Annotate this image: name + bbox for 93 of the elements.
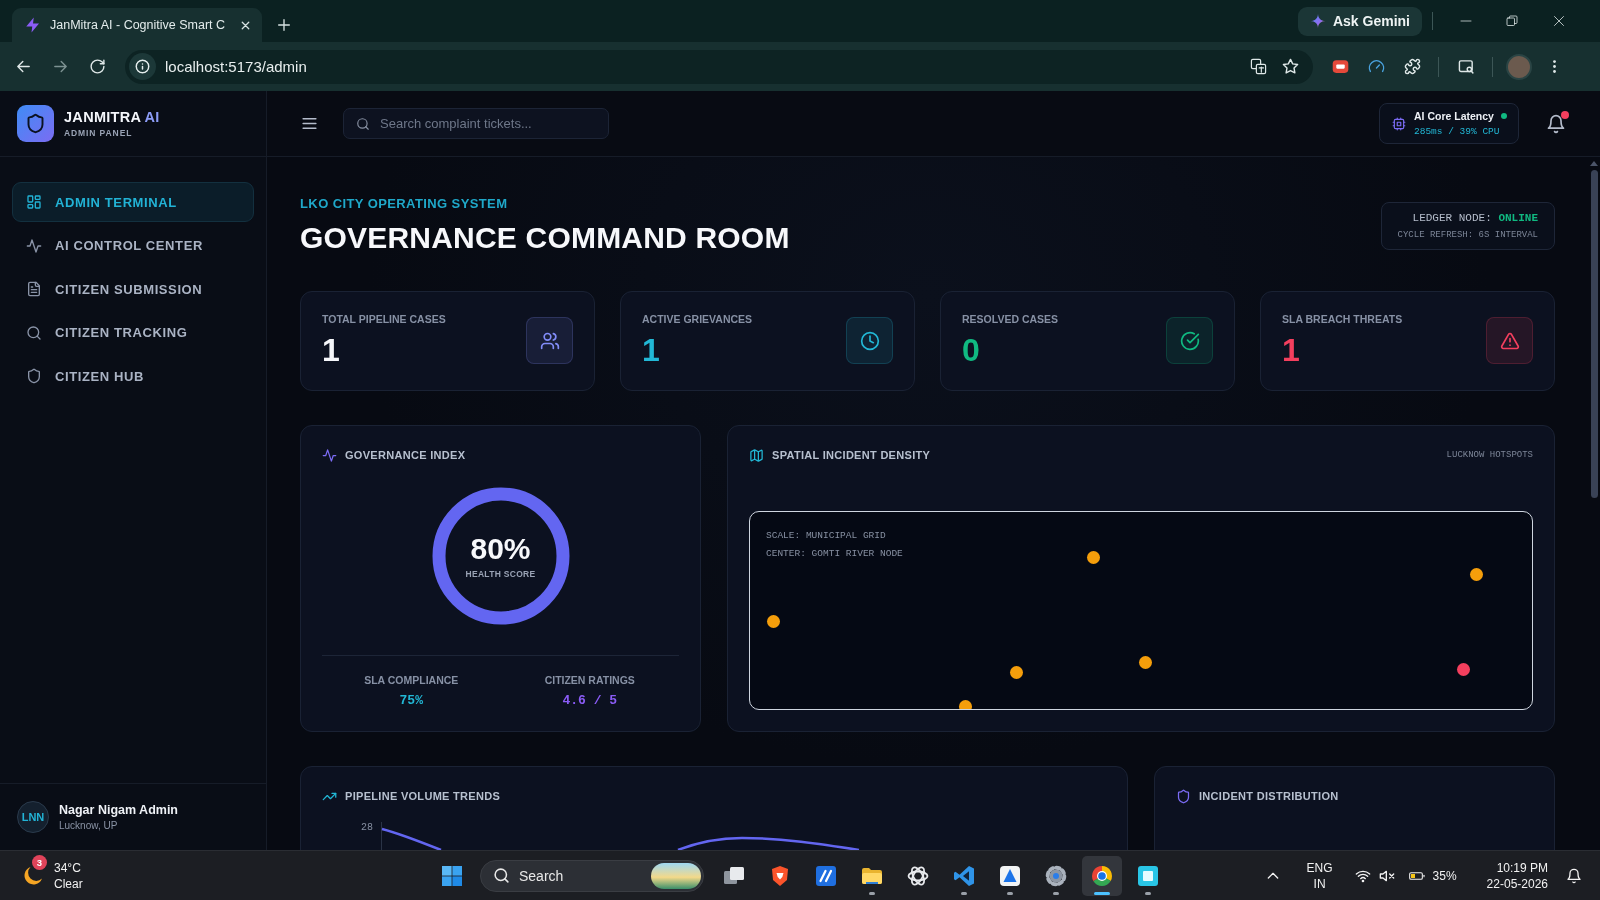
input-region[interactable]: IN	[1313, 876, 1326, 891]
ledger-refresh: CYCLE REFRESH: 6S INTERVAL	[1397, 229, 1538, 240]
info-icon[interactable]	[129, 53, 156, 80]
stat-value: 1	[642, 333, 660, 367]
nav-item[interactable]: CITIZEN SUBMISSION	[12, 269, 254, 309]
code-app-icon	[952, 863, 976, 888]
panel-title: GOVERNANCE INDEX	[345, 449, 466, 461]
taskbar-search-box[interactable]: Search	[480, 859, 704, 892]
hotspot-dot-icon[interactable]	[959, 699, 973, 709]
restore-icon[interactable]	[1506, 15, 1518, 27]
metric-label: SLA COMPLIANCE	[364, 673, 459, 687]
stat-label: SLA BREACH THREATS	[1282, 312, 1403, 326]
clock-time[interactable]: 10:19 PM	[1496, 860, 1548, 875]
app-subtitle: ADMIN PANEL	[64, 128, 134, 138]
stat-value: 1	[322, 333, 340, 367]
pulse-line-icon	[26, 237, 42, 254]
axis-tick-label: 28	[360, 822, 374, 834]
nav-item[interactable]: AI CONTROL CENTER	[12, 225, 254, 266]
slash-app-icon	[814, 863, 838, 888]
panel-tag: LUCKNOW HOTSPOTS	[1446, 450, 1533, 460]
weather-badge: 3	[32, 854, 47, 870]
hotspot-dot-icon[interactable]	[1010, 666, 1024, 680]
score-value: 80%	[470, 533, 531, 565]
shield-icon	[26, 368, 42, 384]
gauge-icon[interactable]	[1368, 58, 1385, 75]
pulse-line-icon	[322, 447, 337, 463]
latency-title: AI Core Latency	[1414, 110, 1494, 122]
stat-value: 1	[1282, 333, 1300, 367]
bell-icon[interactable]	[1546, 113, 1566, 134]
panel-title: INCIDENT DISTRIBUTION	[1199, 790, 1339, 802]
metric-value: 75%	[399, 693, 423, 709]
search-icon	[356, 117, 370, 131]
stat-label: ACTIVE GRIEVANCES	[642, 312, 753, 326]
stat-label: TOTAL PIPELINE CASES	[322, 312, 446, 326]
gear-icon	[1044, 863, 1068, 888]
search-field[interactable]: Search complaint tickets...	[343, 108, 609, 139]
ask-gemini-button[interactable]: Ask Gemini	[1297, 6, 1422, 36]
hotspot-dot-icon[interactable]	[1457, 663, 1470, 677]
translate-icon[interactable]	[1250, 58, 1267, 75]
page-title: GOVERNANCE COMMAND ROOM	[300, 221, 790, 255]
close-icon[interactable]	[1553, 15, 1565, 27]
taskbar-app-button[interactable]	[1082, 855, 1122, 896]
star-icon[interactable]	[1282, 58, 1299, 75]
stat-label: RESOLVED CASES	[962, 312, 1059, 326]
extension-tile-icon[interactable]	[1332, 58, 1349, 75]
browser-tab[interactable]: JanMitra AI - Cognitive Smart C	[12, 8, 263, 42]
nav-item[interactable]: CITIZEN TRACKING	[12, 312, 254, 353]
user-avatar[interactable]: LNN	[17, 801, 49, 833]
battery-percent[interactable]: 35%	[1432, 868, 1457, 883]
panel-title: PIPELINE VOLUME TRENDS	[345, 790, 501, 802]
back-arrow-icon[interactable]	[15, 58, 32, 75]
stat-value: 0	[962, 333, 980, 367]
app-title: JANMITRA AI	[64, 109, 160, 125]
puzzle-icon[interactable]	[1404, 58, 1421, 75]
search-icon	[26, 324, 42, 341]
highlight-picture	[651, 862, 701, 889]
temperature-text: 34°C	[54, 860, 81, 875]
clock-date[interactable]: 22-05-2026	[1486, 876, 1548, 891]
reload-icon[interactable]	[89, 58, 106, 75]
weather-condition: Clear	[54, 876, 83, 891]
plus-icon[interactable]	[276, 17, 293, 33]
map-note: CENTER: GOMTI RIVER NODE	[766, 547, 903, 561]
shield-logo-icon	[17, 105, 54, 142]
hotspot-dot-icon[interactable]	[766, 614, 780, 628]
document-icon	[26, 281, 42, 297]
tab-search-icon[interactable]	[1458, 58, 1475, 75]
nav-item[interactable]: CITIZEN HUB	[12, 356, 254, 396]
hotspot-dot-icon[interactable]	[1470, 568, 1484, 582]
input-language[interactable]: ENG	[1306, 860, 1333, 875]
shield-icon	[1176, 788, 1191, 804]
map-note: SCALE: MUNICIPAL GRID	[766, 529, 886, 543]
search-icon	[493, 867, 510, 884]
hotspot-dot-icon[interactable]	[1086, 551, 1100, 565]
cpu-chip-icon	[1392, 116, 1406, 131]
triangle-app-icon	[998, 863, 1022, 888]
metric-label: CITIZEN RATINGS	[544, 673, 635, 687]
color-wheel-icon	[1090, 863, 1114, 888]
metric-value: 4.6 / 5	[562, 693, 618, 709]
panel-title: SPATIAL INCIDENT DENSITY	[772, 449, 931, 461]
tiles-icon	[440, 863, 464, 888]
user-name: Nagar Nigam Admin	[59, 803, 178, 817]
dashboard-grid-icon	[26, 194, 42, 210]
page-kicker: LKO CITY OPERATING SYSTEM	[300, 196, 508, 212]
ledger-status: LEDGER NODE: ONLINE	[1412, 211, 1538, 224]
address-bar[interactable]: localhost:5173/admin	[125, 49, 1313, 84]
latency-reading: 285ms / 39% CPU	[1414, 126, 1500, 137]
square-app-icon	[1136, 863, 1160, 888]
user-location: Lucknow, UP	[59, 820, 118, 831]
score-label: HEALTH SCORE	[465, 569, 536, 579]
notification-bell-icon[interactable]	[1566, 867, 1582, 884]
folded-map-icon	[749, 447, 764, 463]
hotspot-dot-icon[interactable]	[1139, 656, 1153, 670]
nav-item[interactable]: ADMIN TERMINAL	[12, 182, 254, 222]
